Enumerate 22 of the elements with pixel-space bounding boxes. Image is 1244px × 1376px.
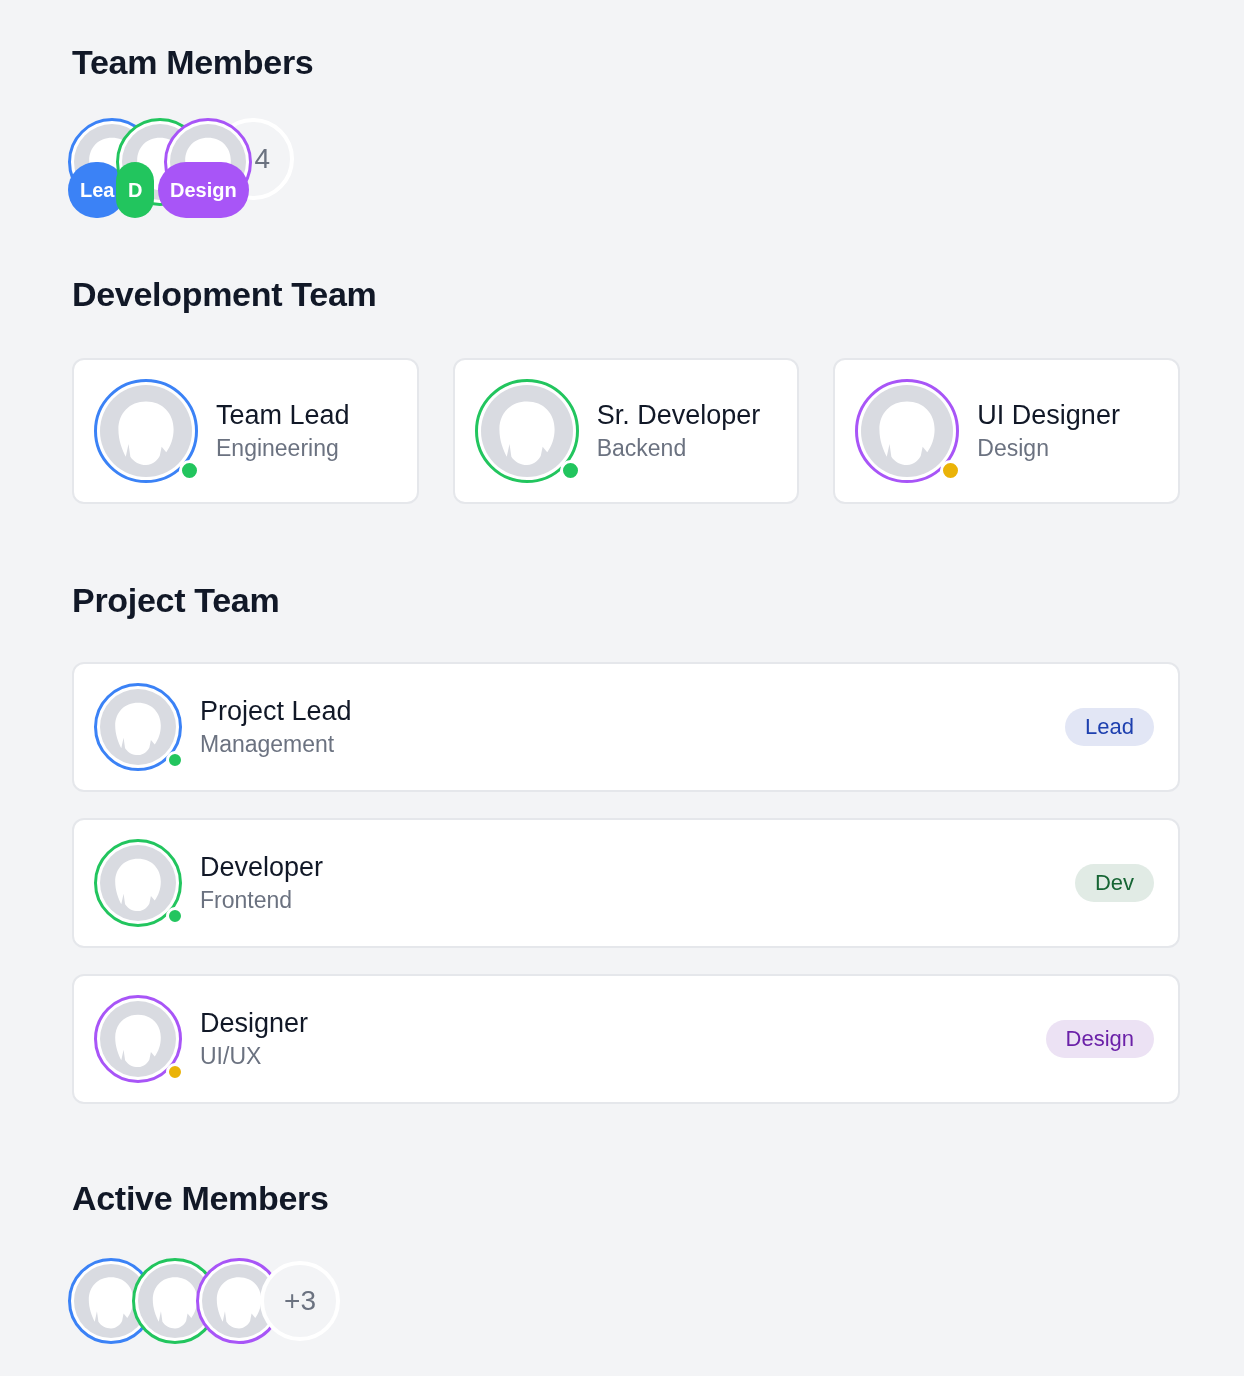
section-heading: Project Team [72, 580, 281, 621]
member-role: Engineering [216, 434, 340, 463]
section-heading: Active Members [72, 1178, 330, 1219]
role-badge: Design [158, 162, 249, 218]
member-role: Design [977, 434, 1050, 463]
member-name: Team Lead [216, 399, 350, 432]
member-name: UI Designer [977, 399, 1120, 432]
member-name: Sr. Developer [596, 399, 761, 432]
role-badge: D [116, 162, 155, 218]
member-name: Designer [200, 1007, 310, 1040]
role-tag: Design [1045, 1020, 1154, 1058]
member-role: UI/UX [200, 1042, 263, 1071]
member-name: Developer [200, 851, 325, 884]
member-role: Frontend [200, 886, 294, 915]
more-count: +3 [260, 1261, 340, 1341]
member-name: Project Lead [200, 695, 353, 728]
role-tag: Lead [1065, 708, 1154, 746]
section-heading: Team Members [72, 42, 315, 83]
member-role: Management [200, 730, 336, 759]
member-role: Backend [596, 434, 688, 463]
role-tag: Dev [1074, 864, 1154, 902]
section-heading: Development Team [72, 274, 378, 315]
